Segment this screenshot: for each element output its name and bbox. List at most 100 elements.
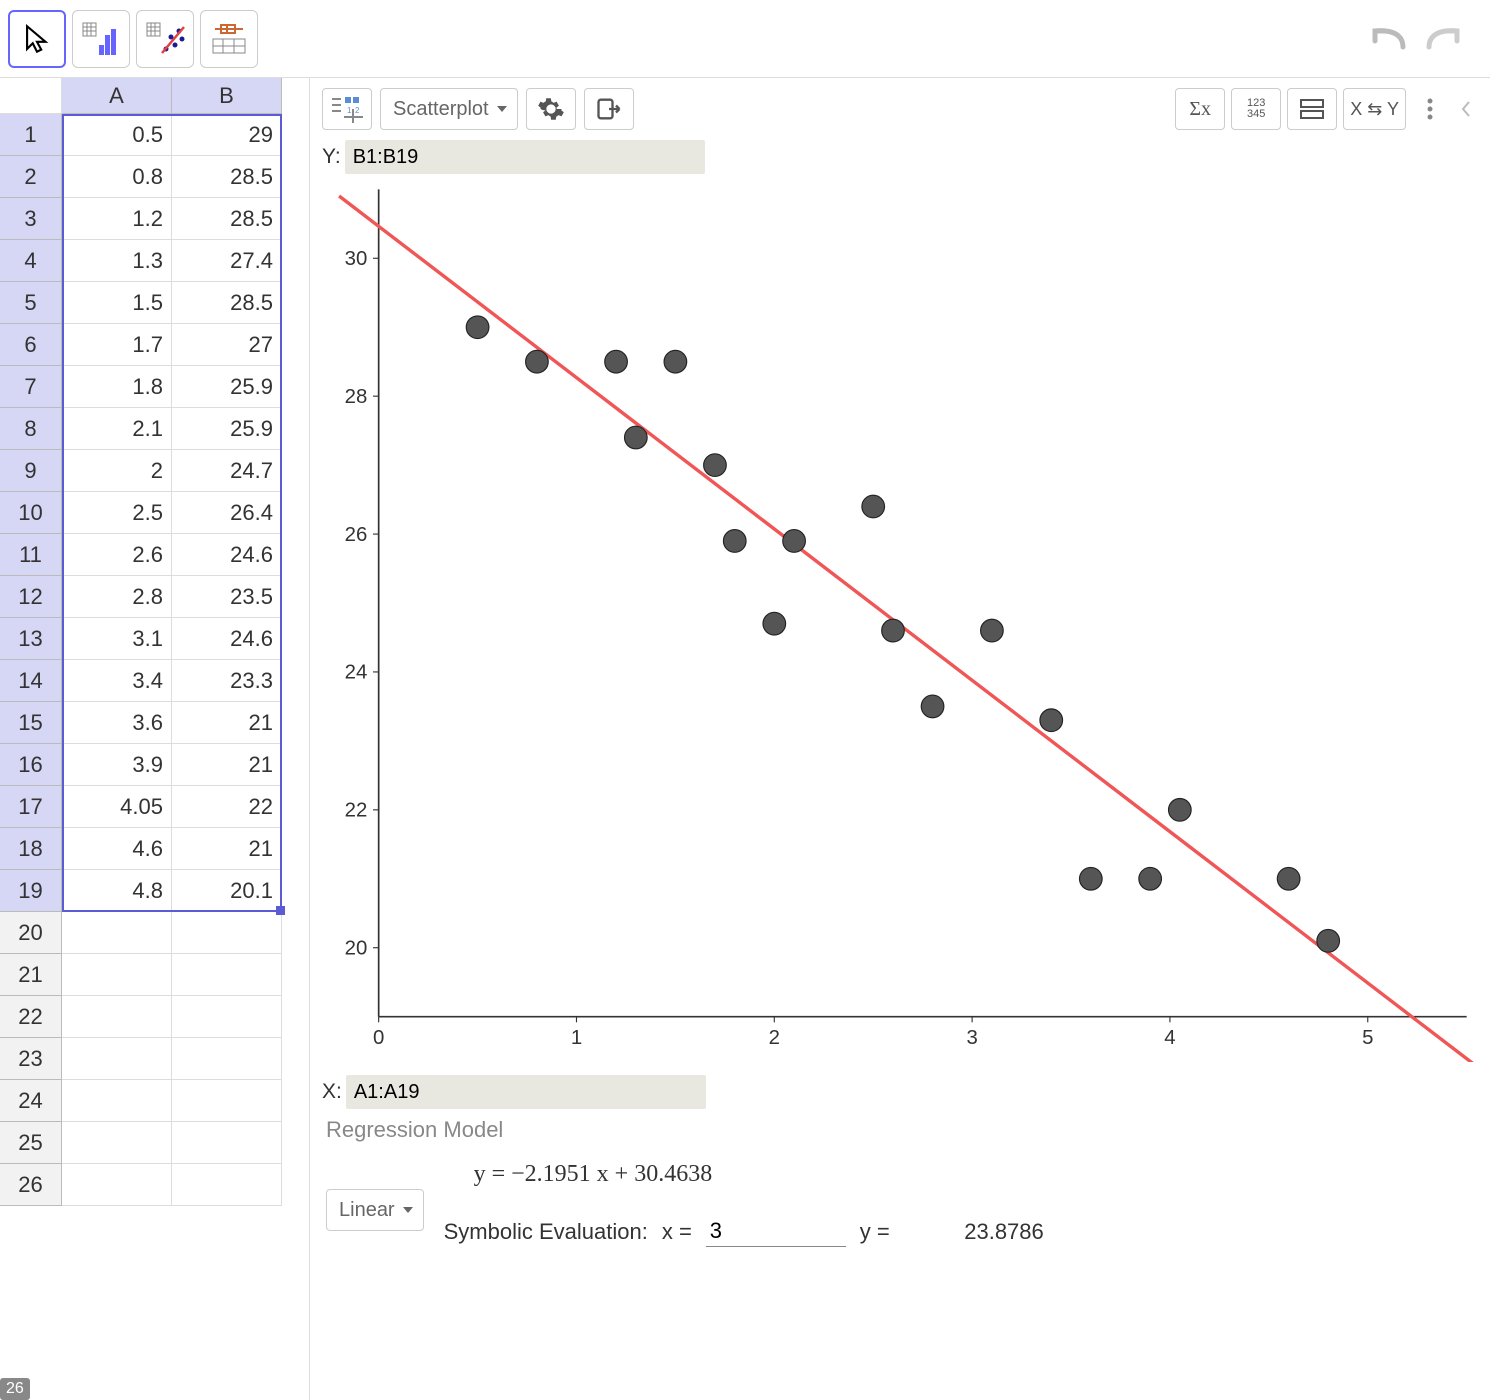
more-options-button[interactable] [1412,88,1448,130]
undo-button[interactable] [1362,13,1414,65]
row-header[interactable]: 6 [0,324,62,366]
table-row[interactable]: 10.529 [0,114,309,156]
table-row[interactable]: 61.727 [0,324,309,366]
cell[interactable] [172,1038,282,1080]
x-range-input[interactable] [346,1075,706,1109]
row-header[interactable]: 14 [0,660,62,702]
cell[interactable] [62,1164,172,1206]
row-header[interactable]: 20 [0,912,62,954]
cell[interactable] [172,912,282,954]
row-header[interactable]: 15 [0,702,62,744]
row-header[interactable]: 2 [0,156,62,198]
spreadsheet-corner[interactable] [0,78,62,114]
row-header[interactable]: 3 [0,198,62,240]
table-row[interactable]: 20.828.5 [0,156,309,198]
cell[interactable]: 2.8 [62,576,172,618]
table-row[interactable]: 174.0522 [0,786,309,828]
row-header[interactable]: 21 [0,954,62,996]
column-header-b[interactable]: B [172,78,282,114]
layout-button[interactable] [1287,88,1337,130]
cell[interactable]: 2.1 [62,408,172,450]
export-button[interactable] [584,88,634,130]
table-row[interactable]: 71.825.9 [0,366,309,408]
table-row[interactable]: 194.820.1 [0,870,309,912]
table-row[interactable]: 22 [0,996,309,1038]
row-header[interactable]: 22 [0,996,62,1038]
table-row[interactable]: 153.621 [0,702,309,744]
row-header[interactable]: 13 [0,618,62,660]
row-header[interactable]: 7 [0,366,62,408]
table-row[interactable]: 9224.7 [0,450,309,492]
collapse-panel-button[interactable] [1454,88,1478,130]
cell[interactable]: 20.1 [172,870,282,912]
cell[interactable] [62,1038,172,1080]
one-var-analysis-button[interactable] [72,10,130,68]
row-header[interactable]: 24 [0,1080,62,1122]
cell[interactable]: 21 [172,702,282,744]
cell[interactable]: 2 [62,450,172,492]
table-row[interactable]: 31.228.5 [0,198,309,240]
table-row[interactable]: 23 [0,1038,309,1080]
swap-xy-button[interactable]: X ⇆ Y [1343,88,1406,130]
table-row[interactable]: 163.921 [0,744,309,786]
cell[interactable]: 25.9 [172,408,282,450]
cell[interactable]: 1.7 [62,324,172,366]
table-row[interactable]: 41.327.4 [0,240,309,282]
cell[interactable]: 28.5 [172,156,282,198]
cell[interactable]: 1.3 [62,240,172,282]
cell[interactable] [172,954,282,996]
row-header[interactable]: 11 [0,534,62,576]
cell[interactable]: 3.1 [62,618,172,660]
cell[interactable]: 28.5 [172,198,282,240]
cell[interactable] [62,1122,172,1164]
row-header[interactable]: 17 [0,786,62,828]
cell[interactable]: 29 [172,114,282,156]
cell[interactable]: 1.8 [62,366,172,408]
row-header[interactable]: 16 [0,744,62,786]
row-header[interactable]: 10 [0,492,62,534]
cell[interactable]: 0.8 [62,156,172,198]
row-header[interactable]: 18 [0,828,62,870]
regression-model-dropdown[interactable]: Linear [326,1189,424,1231]
cell[interactable]: 28.5 [172,282,282,324]
cell[interactable]: 4.8 [62,870,172,912]
table-row[interactable]: 24 [0,1080,309,1122]
table-row[interactable]: 51.528.5 [0,282,309,324]
table-row[interactable]: 112.624.6 [0,534,309,576]
cell[interactable]: 21 [172,828,282,870]
two-var-regression-button[interactable] [136,10,194,68]
cell[interactable]: 24.6 [172,534,282,576]
row-header[interactable]: 5 [0,282,62,324]
cell[interactable]: 1.2 [62,198,172,240]
pointer-tool-button[interactable] [8,10,66,68]
cell[interactable] [172,1122,282,1164]
cell[interactable] [172,1080,282,1122]
cell[interactable]: 2.6 [62,534,172,576]
multi-var-analysis-button[interactable] [200,10,258,68]
cell[interactable]: 23.3 [172,660,282,702]
redo-button[interactable] [1418,13,1470,65]
cell[interactable]: 21 [172,744,282,786]
table-row[interactable]: 143.423.3 [0,660,309,702]
table-row[interactable]: 20 [0,912,309,954]
cell[interactable]: 27.4 [172,240,282,282]
sym-eval-x-input[interactable] [706,1216,846,1247]
cell[interactable] [172,996,282,1038]
row-header[interactable]: 26 [0,1164,62,1206]
cell[interactable]: 24.7 [172,450,282,492]
cell[interactable]: 26.4 [172,492,282,534]
column-header-a[interactable]: A [62,78,172,114]
cell[interactable] [62,1080,172,1122]
row-header[interactable]: 4 [0,240,62,282]
cell[interactable]: 2.5 [62,492,172,534]
table-row[interactable]: 82.125.9 [0,408,309,450]
row-header[interactable]: 23 [0,1038,62,1080]
table-row[interactable]: 25 [0,1122,309,1164]
cell[interactable]: 4.05 [62,786,172,828]
table-row[interactable]: 26 [0,1164,309,1206]
row-header[interactable]: 9 [0,450,62,492]
cell[interactable]: 1.5 [62,282,172,324]
table-row[interactable]: 184.621 [0,828,309,870]
row-header[interactable]: 1 [0,114,62,156]
scatterplot-chart[interactable]: 202224262830012345 [322,178,1478,1067]
